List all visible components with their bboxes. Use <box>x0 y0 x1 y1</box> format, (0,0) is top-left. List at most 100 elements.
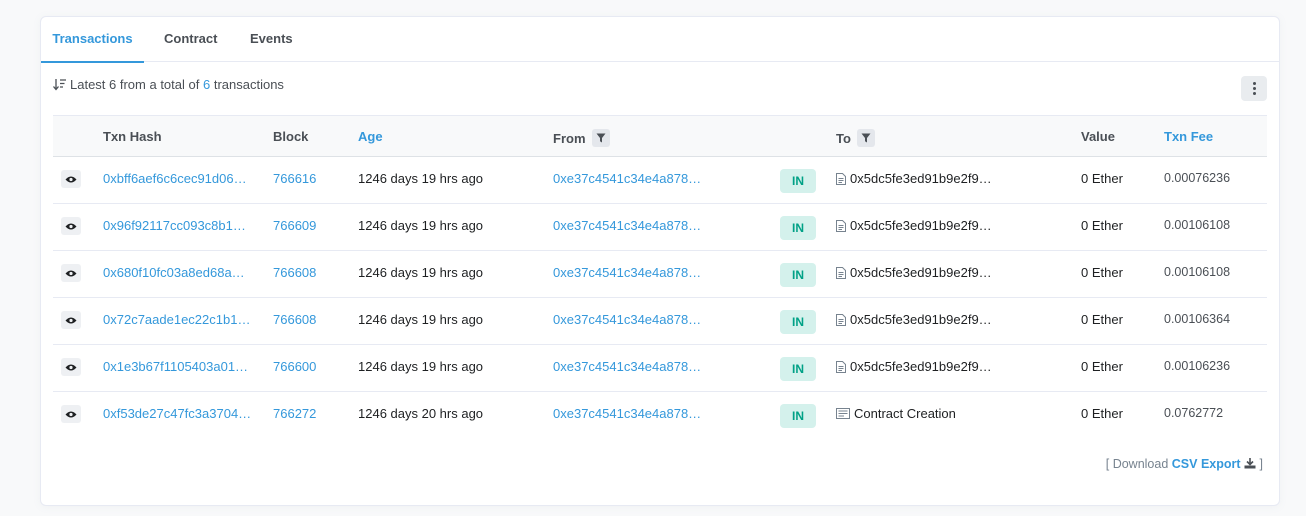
block-link[interactable]: 766608 <box>273 265 316 280</box>
from-address-link[interactable]: 0xe37c4541c34e4a878… <box>553 359 701 374</box>
csv-close: ] <box>1259 457 1263 471</box>
more-options-button[interactable] <box>1241 76 1267 101</box>
col-block: Block <box>273 129 309 144</box>
col-txn-hash: Txn Hash <box>103 129 162 144</box>
summary-suffix: transactions <box>213 77 284 92</box>
age-text: 1246 days 19 hrs ago <box>358 359 484 374</box>
value-text: 0 Ether <box>1081 265 1123 280</box>
age-text: 1246 days 20 hrs ago <box>358 406 484 421</box>
tab-events[interactable]: Events <box>250 17 293 62</box>
to-address-text: 0x5dc5fe3ed91b9e2f9… <box>850 171 992 186</box>
direction-badge: IN <box>780 263 816 287</box>
txn-fee-text: 0.00106108 <box>1164 265 1231 279</box>
txn-fee-text: 0.00106236 <box>1164 359 1231 373</box>
contract-file-icon <box>836 172 846 185</box>
direction-badge: IN <box>780 357 816 381</box>
to-address[interactable]: 0x5dc5fe3ed91b9e2f9… <box>836 218 992 233</box>
from-address-link[interactable]: 0xe37c4541c34e4a878… <box>553 265 701 280</box>
col-from: From <box>553 129 610 147</box>
to-address[interactable]: 0x5dc5fe3ed91b9e2f9… <box>836 312 992 327</box>
from-address-link[interactable]: 0xe37c4541c34e4a878… <box>553 218 701 233</box>
txn-fee-text: 0.00076236 <box>1164 171 1231 185</box>
direction-badge: IN <box>780 169 816 193</box>
from-address-link[interactable]: 0xe37c4541c34e4a878… <box>553 406 701 421</box>
table-row: 0x72c7aade1ec22c1b1… 766608 1246 days 19… <box>53 298 1267 345</box>
to-address[interactable]: Contract Creation <box>836 406 956 421</box>
txn-hash-link[interactable]: 0xbff6aef6c6cec91d06… <box>103 171 247 186</box>
view-details-button[interactable] <box>61 217 81 235</box>
txn-hash-link[interactable]: 0x1e3b67f1105403a01… <box>103 359 248 374</box>
txn-fee-text: 0.00106364 <box>1164 312 1231 326</box>
block-link[interactable]: 766609 <box>273 218 316 233</box>
transactions-card: Transactions Contract Events Latest 6 fr… <box>40 16 1280 506</box>
direction-badge: IN <box>780 310 816 334</box>
eye-icon <box>65 176 77 182</box>
contract-file-icon <box>836 313 846 326</box>
filter-icon <box>596 133 605 143</box>
transactions-table: Txn Hash Block Age From To Value Txn Fee… <box>53 115 1267 439</box>
transactions-summary: Latest 6 from a total of 6 transactions <box>53 77 284 92</box>
direction-badge: IN <box>780 216 816 240</box>
tab-contract[interactable]: Contract <box>164 17 217 62</box>
eye-icon <box>65 364 77 370</box>
contract-file-icon <box>836 360 846 373</box>
to-address[interactable]: 0x5dc5fe3ed91b9e2f9… <box>836 359 992 374</box>
filter-icon <box>861 133 871 143</box>
txn-fee-text: 0.0762772 <box>1164 406 1224 420</box>
value-text: 0 Ether <box>1081 359 1123 374</box>
col-age[interactable]: Age <box>358 129 383 144</box>
to-filter-button[interactable] <box>856 129 875 147</box>
view-details-button[interactable] <box>61 405 81 423</box>
contract-creation-icon <box>836 408 850 419</box>
to-address-text: Contract Creation <box>854 406 956 421</box>
to-address-text: 0x5dc5fe3ed91b9e2f9… <box>850 265 992 280</box>
from-address-link[interactable]: 0xe37c4541c34e4a878… <box>553 312 701 327</box>
value-text: 0 Ether <box>1081 406 1123 421</box>
csv-download: [ Download CSV Export ] <box>1106 457 1263 471</box>
csv-export-link[interactable]: CSV Export <box>1172 457 1260 471</box>
value-text: 0 Ether <box>1081 218 1123 233</box>
eye-icon <box>65 411 77 417</box>
contract-file-icon <box>836 219 846 232</box>
contract-file-icon <box>836 266 846 279</box>
tab-transactions[interactable]: Transactions <box>41 17 144 63</box>
table-row: 0xf53de27c47fc3a3704… 766272 1246 days 2… <box>53 392 1267 439</box>
vertical-dots-icon <box>1252 81 1256 96</box>
eye-icon <box>65 223 77 229</box>
eye-icon <box>65 270 77 276</box>
block-link[interactable]: 766600 <box>273 359 316 374</box>
table-row: 0x96f92117cc093c8b1… 766609 1246 days 19… <box>53 204 1267 251</box>
direction-badge: IN <box>780 404 816 428</box>
sort-icon <box>53 78 66 91</box>
table-header: Txn Hash Block Age From To Value Txn Fee <box>53 115 1267 157</box>
age-text: 1246 days 19 hrs ago <box>358 218 484 233</box>
txn-hash-link[interactable]: 0x72c7aade1ec22c1b1… <box>103 312 250 327</box>
txn-fee-text: 0.00106108 <box>1164 218 1231 232</box>
from-address-link[interactable]: 0xe37c4541c34e4a878… <box>553 171 701 186</box>
to-address[interactable]: 0x5dc5fe3ed91b9e2f9… <box>836 171 992 186</box>
col-txn-fee[interactable]: Txn Fee <box>1164 129 1213 144</box>
col-to-label: To <box>836 130 851 146</box>
txn-hash-link[interactable]: 0xf53de27c47fc3a3704… <box>103 406 251 421</box>
value-text: 0 Ether <box>1081 312 1123 327</box>
col-from-label: From <box>553 130 586 146</box>
block-link[interactable]: 766272 <box>273 406 316 421</box>
view-details-button[interactable] <box>61 264 81 282</box>
table-body: 0xbff6aef6c6cec91d06… 766616 1246 days 1… <box>53 157 1267 439</box>
block-link[interactable]: 766608 <box>273 312 316 327</box>
value-text: 0 Ether <box>1081 171 1123 186</box>
block-link[interactable]: 766616 <box>273 171 316 186</box>
age-text: 1246 days 19 hrs ago <box>358 312 484 327</box>
txn-hash-link[interactable]: 0x96f92117cc093c8b1… <box>103 218 246 233</box>
to-address[interactable]: 0x5dc5fe3ed91b9e2f9… <box>836 265 992 280</box>
table-row: 0x680f10fc03a8ed68a… 766608 1246 days 19… <box>53 251 1267 298</box>
summary-count[interactable]: 6 <box>203 77 210 92</box>
age-text: 1246 days 19 hrs ago <box>358 171 484 186</box>
view-details-button[interactable] <box>61 311 81 329</box>
from-filter-button[interactable] <box>591 129 610 147</box>
view-details-button[interactable] <box>61 170 81 188</box>
view-details-button[interactable] <box>61 358 81 376</box>
col-to: To <box>836 129 875 147</box>
eye-icon <box>65 317 77 323</box>
txn-hash-link[interactable]: 0x680f10fc03a8ed68a… <box>103 265 245 280</box>
